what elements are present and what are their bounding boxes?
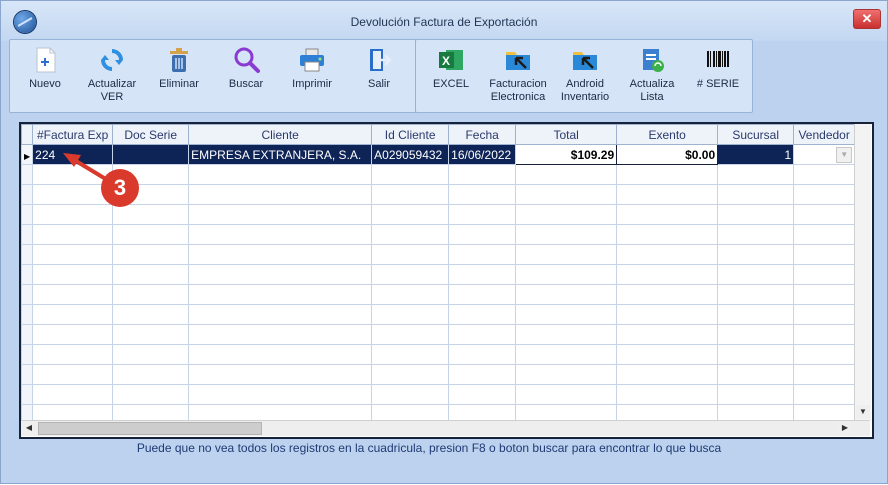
main-window: Devolución Factura de Exportación ✕ Nuev… (0, 0, 888, 484)
annotation-arrow (63, 153, 111, 183)
footer-hint: Puede que no vea todos los registros en … (136, 441, 722, 455)
annotation-step-badge: 3 (101, 169, 139, 207)
